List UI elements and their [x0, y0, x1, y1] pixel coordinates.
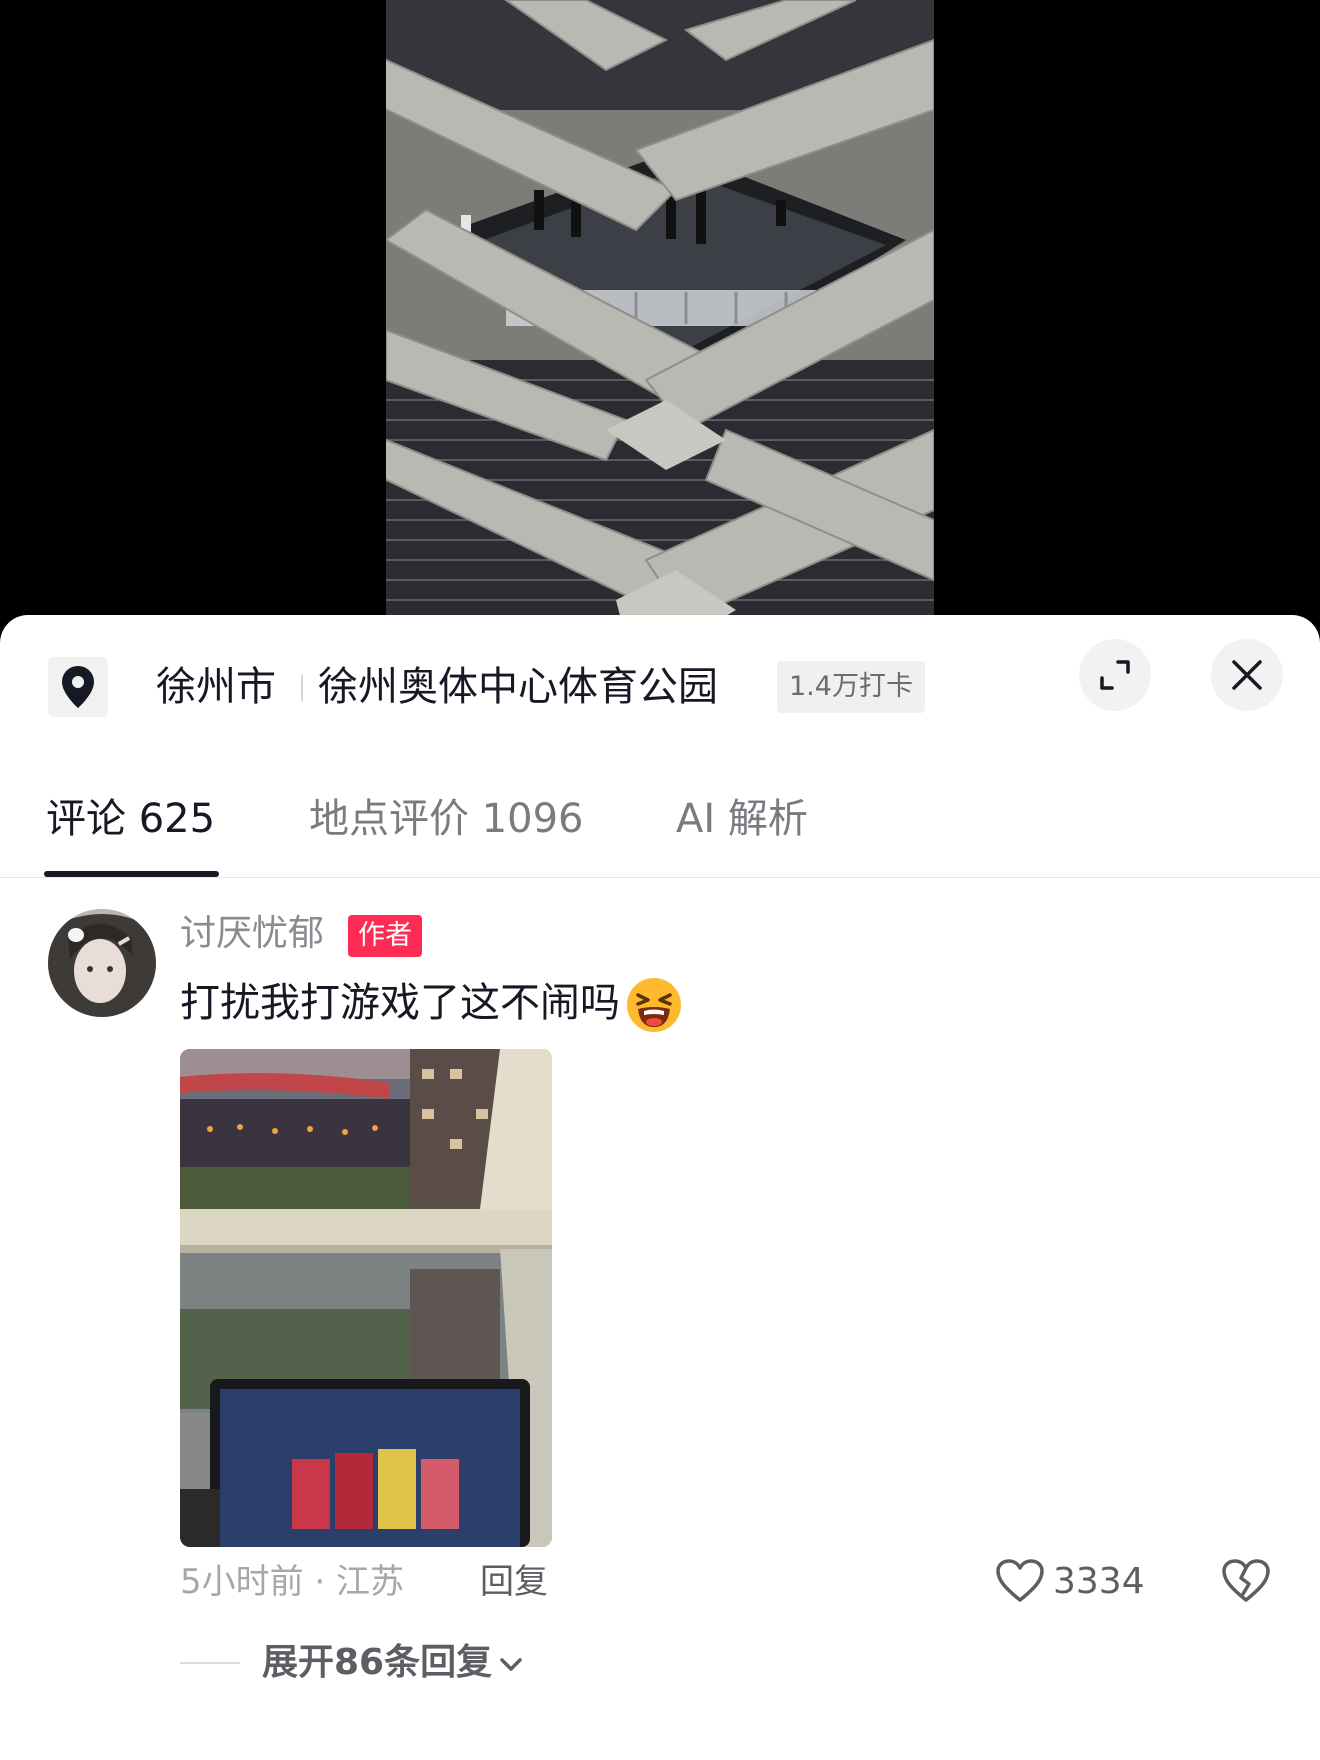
tab-bar: 评论 625 地点评价 1096 AI 解析	[0, 755, 1320, 878]
close-button[interactable]	[1211, 639, 1283, 711]
comment-image[interactable]	[180, 1049, 552, 1547]
heart-icon	[996, 1559, 1044, 1602]
expand-replies-button[interactable]: 展开86条回复	[262, 1637, 524, 1689]
expand-button[interactable]	[1079, 639, 1151, 711]
expand-replies-label: 展开86条回复	[262, 1642, 493, 1683]
close-icon	[1232, 660, 1262, 690]
laughing-emoji-icon	[627, 978, 681, 1032]
comment-item: 讨厌忧郁 作者 打扰我打游戏了这不闹吗 5小时前 · 江苏 回复 3334 展开…	[0, 877, 1320, 1760]
video-frame[interactable]	[386, 0, 934, 640]
broken-heart-icon	[1222, 1559, 1270, 1602]
location-pin-icon	[48, 657, 108, 717]
checkin-badge: 1.4万打卡	[777, 661, 925, 713]
comment-text: 打扰我打游戏了这不闹吗	[180, 975, 684, 1035]
like-button[interactable]: 3334	[995, 1553, 1145, 1609]
location-bar[interactable]: 徐州市 徐州奥体中心体育公园 1.4万打卡	[0, 615, 1320, 755]
chevron-down-icon	[500, 1658, 522, 1671]
comment-body: 打扰我打游戏了这不闹吗	[180, 980, 620, 1026]
video-player[interactable]	[0, 0, 1320, 640]
like-count: 3334	[1053, 1560, 1145, 1602]
reply-button[interactable]: 回复	[480, 1557, 548, 1607]
location-name[interactable]: 徐州奥体中心体育公园	[318, 659, 718, 715]
author-tag: 作者	[348, 915, 422, 957]
comments-sheet: 徐州市 徐州奥体中心体育公园 1.4万打卡 评论 625 地点评价 1096 A…	[0, 615, 1320, 1760]
location-divider	[301, 675, 303, 701]
tab-ai-analysis[interactable]: AI 解析	[676, 791, 808, 847]
comment-time-location: 5小时前 · 江苏	[180, 1562, 405, 1602]
expand-icon	[1100, 660, 1130, 690]
comment-username[interactable]: 讨厌忧郁	[180, 909, 324, 959]
location-city[interactable]: 徐州市	[156, 659, 276, 715]
tab-place-reviews[interactable]: 地点评价 1096	[309, 791, 584, 847]
stadium-video-image	[386, 0, 934, 640]
dislike-button[interactable]	[1218, 1553, 1274, 1609]
avatar[interactable]	[48, 909, 156, 1017]
tab-comments[interactable]: 评论 625	[46, 791, 215, 847]
expand-replies-divider	[180, 1662, 240, 1664]
